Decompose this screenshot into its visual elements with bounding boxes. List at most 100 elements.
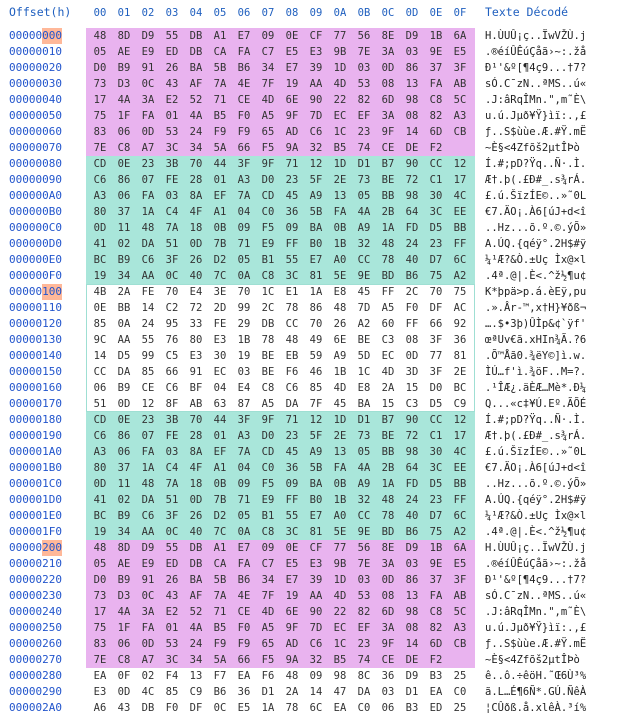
hex-byte[interactable]: 7E bbox=[352, 556, 376, 572]
hex-byte[interactable]: 0D bbox=[376, 60, 400, 76]
hex-byte[interactable]: BF bbox=[184, 380, 208, 396]
hex-byte[interactable]: B9 bbox=[112, 572, 136, 588]
hex-byte[interactable]: E9 bbox=[256, 492, 280, 508]
hex-byte[interactable]: 2C bbox=[400, 284, 424, 300]
hex-byte[interactable]: 7A bbox=[232, 444, 256, 460]
hex-byte[interactable]: E7 bbox=[232, 28, 256, 44]
hex-byte[interactable]: 70 bbox=[304, 316, 328, 332]
hex-byte[interactable]: 4C bbox=[136, 684, 160, 700]
hex-byte[interactable]: 06 bbox=[112, 636, 136, 652]
hex-byte[interactable]: AF bbox=[184, 588, 208, 604]
hex-byte[interactable]: F0 bbox=[400, 300, 424, 316]
hex-byte[interactable]: D0 bbox=[256, 172, 280, 188]
hex-byte[interactable]: 0A bbox=[232, 524, 256, 540]
hex-byte[interactable]: 7D bbox=[304, 108, 328, 124]
hex-byte[interactable]: E8 bbox=[328, 284, 352, 300]
hex-byte[interactable]: 4D bbox=[256, 604, 280, 620]
hex-byte[interactable]: 1F bbox=[112, 108, 136, 124]
hex-byte[interactable]: 5B bbox=[304, 460, 328, 476]
decoded-text-row[interactable]: .®éíÛÊúÇåã›~:.žå bbox=[485, 44, 625, 60]
hex-byte[interactable]: E5 bbox=[280, 556, 304, 572]
hex-byte[interactable]: 08 bbox=[400, 108, 424, 124]
hex-byte[interactable]: CC bbox=[280, 316, 304, 332]
decoded-text-row[interactable]: £.ú.ŠïzÍE©..»˜0L bbox=[485, 188, 625, 204]
hex-byte[interactable]: 91 bbox=[184, 364, 208, 380]
hex-byte[interactable]: A1 bbox=[208, 28, 232, 44]
hex-byte[interactable]: 4A bbox=[112, 604, 136, 620]
hex-byte[interactable]: 2A bbox=[280, 684, 304, 700]
hex-byte[interactable]: D9 bbox=[400, 28, 424, 44]
hex-byte[interactable]: 66 bbox=[232, 652, 256, 668]
hex-byte[interactable]: 0D bbox=[88, 476, 112, 492]
hex-byte[interactable]: FF bbox=[448, 236, 472, 252]
hex-byte[interactable]: C6 bbox=[304, 636, 328, 652]
hex-byte[interactable]: 7C bbox=[208, 524, 232, 540]
hex-byte[interactable]: 1A bbox=[304, 284, 328, 300]
hex-byte[interactable]: 8C bbox=[352, 668, 376, 684]
hex-byte[interactable]: 23 bbox=[352, 636, 376, 652]
hex-byte[interactable]: 55 bbox=[160, 28, 184, 44]
hex-byte[interactable]: 81 bbox=[448, 348, 472, 364]
hex-byte[interactable]: 48 bbox=[376, 236, 400, 252]
decoded-text-row[interactable]: €7.ÄO¡.À6[úJ+d<î bbox=[485, 204, 625, 220]
hex-row[interactable]: 80 37 1A C4 4F A1 04 C0 36 5B FA 4A 2B 64 3C EE bbox=[88, 460, 473, 476]
hex-byte[interactable]: AF bbox=[184, 76, 208, 92]
hex-byte[interactable]: 75 bbox=[88, 620, 112, 636]
decoded-text-row[interactable]: Q...«c‡¥Ú.Eº.ÃÕÉ bbox=[485, 396, 625, 412]
hex-byte[interactable]: 0D bbox=[136, 124, 160, 140]
hex-byte[interactable]: 81 bbox=[304, 268, 328, 284]
hex-byte[interactable]: D9 bbox=[136, 28, 160, 44]
hex-row[interactable]: 83 06 0D 53 24 F9 F9 65 AD C6 1C 23 9F 14 6D CB bbox=[88, 636, 473, 652]
hex-byte[interactable]: 26 bbox=[160, 572, 184, 588]
hex-row[interactable]: 4B 2A FE 70 E4 3E 70 1C E1 1A E8 45 FF 2C 70 75 bbox=[88, 284, 473, 300]
hex-byte[interactable]: 08 bbox=[400, 332, 424, 348]
hex-byte[interactable]: CF bbox=[304, 28, 328, 44]
hex-byte[interactable]: 2A bbox=[376, 380, 400, 396]
hex-byte[interactable]: 0E bbox=[88, 300, 112, 316]
hex-byte[interactable]: D0 bbox=[424, 380, 448, 396]
hex-byte[interactable]: 64 bbox=[400, 204, 424, 220]
hex-byte[interactable]: F5 bbox=[256, 140, 280, 156]
hex-byte[interactable]: 80 bbox=[184, 332, 208, 348]
decoded-text-row[interactable]: œªUv€ã.xHIn¾Ã.?6 bbox=[485, 332, 625, 348]
hex-byte[interactable]: F9 bbox=[208, 636, 232, 652]
hex-byte[interactable]: 0F bbox=[112, 668, 136, 684]
hex-byte[interactable]: F5 bbox=[256, 476, 280, 492]
hex-byte[interactable]: 48 bbox=[136, 476, 160, 492]
hex-byte[interactable]: A2 bbox=[448, 524, 472, 540]
hex-byte[interactable]: E5 bbox=[448, 44, 472, 60]
hex-byte[interactable]: 03 bbox=[352, 572, 376, 588]
decoded-text-row[interactable]: ¼¹Æ?&Ò.±Uç Ìx@×l bbox=[485, 252, 625, 268]
hex-byte[interactable]: 1D bbox=[328, 156, 352, 172]
hex-byte[interactable]: 9B bbox=[328, 44, 352, 60]
hex-row[interactable]: 0D 11 48 7A 18 0B 09 F5 09 BA 0B A9 1A FD D5 BB bbox=[88, 476, 473, 492]
hex-byte[interactable]: AE bbox=[112, 44, 136, 60]
hex-byte[interactable]: BA bbox=[184, 60, 208, 76]
hex-byte[interactable]: FF bbox=[280, 236, 304, 252]
hex-byte[interactable]: CA bbox=[208, 44, 232, 60]
decoded-text-row[interactable]: u.ú.Jµð¥Ÿ}ìï:.‚£ bbox=[485, 620, 625, 636]
hex-byte[interactable]: 08 bbox=[376, 588, 400, 604]
hex-byte[interactable]: 5E bbox=[328, 268, 352, 284]
hex-byte[interactable]: 09 bbox=[280, 220, 304, 236]
decoded-text-row[interactable]: ….$•3þ)ÛÌp&¢`ÿf' bbox=[485, 316, 625, 332]
hex-byte[interactable]: D0 bbox=[88, 60, 112, 76]
hex-byte[interactable]: 7F bbox=[256, 588, 280, 604]
hex-byte[interactable]: 1B bbox=[328, 236, 352, 252]
hex-byte[interactable]: 85 bbox=[304, 380, 328, 396]
hex-byte[interactable]: D1 bbox=[352, 412, 376, 428]
hex-byte[interactable]: EC bbox=[328, 620, 352, 636]
hex-byte[interactable]: FE bbox=[208, 316, 232, 332]
decoded-text-row[interactable]: sÓ.C¯zN..ªMS..ú« bbox=[485, 588, 625, 604]
hex-byte[interactable]: BB bbox=[448, 220, 472, 236]
decoded-text-row[interactable]: H.ÙUÛ¡ç..ÏwVŽÙ.j bbox=[485, 540, 625, 556]
hex-byte[interactable]: 5E bbox=[328, 524, 352, 540]
hex-byte[interactable]: CC bbox=[424, 412, 448, 428]
hex-byte[interactable]: F6 bbox=[256, 668, 280, 684]
hex-byte[interactable]: 14 bbox=[304, 684, 328, 700]
hex-row[interactable]: E3 0D 4C 85 C9 B6 36 D1 2A 14 47 DA 03 D1 EA C0 bbox=[88, 684, 473, 700]
hex-byte[interactable]: 13 bbox=[400, 588, 424, 604]
hex-byte[interactable]: 70 bbox=[184, 412, 208, 428]
hex-byte[interactable]: 9F bbox=[280, 620, 304, 636]
hex-byte[interactable]: 1C bbox=[256, 284, 280, 300]
